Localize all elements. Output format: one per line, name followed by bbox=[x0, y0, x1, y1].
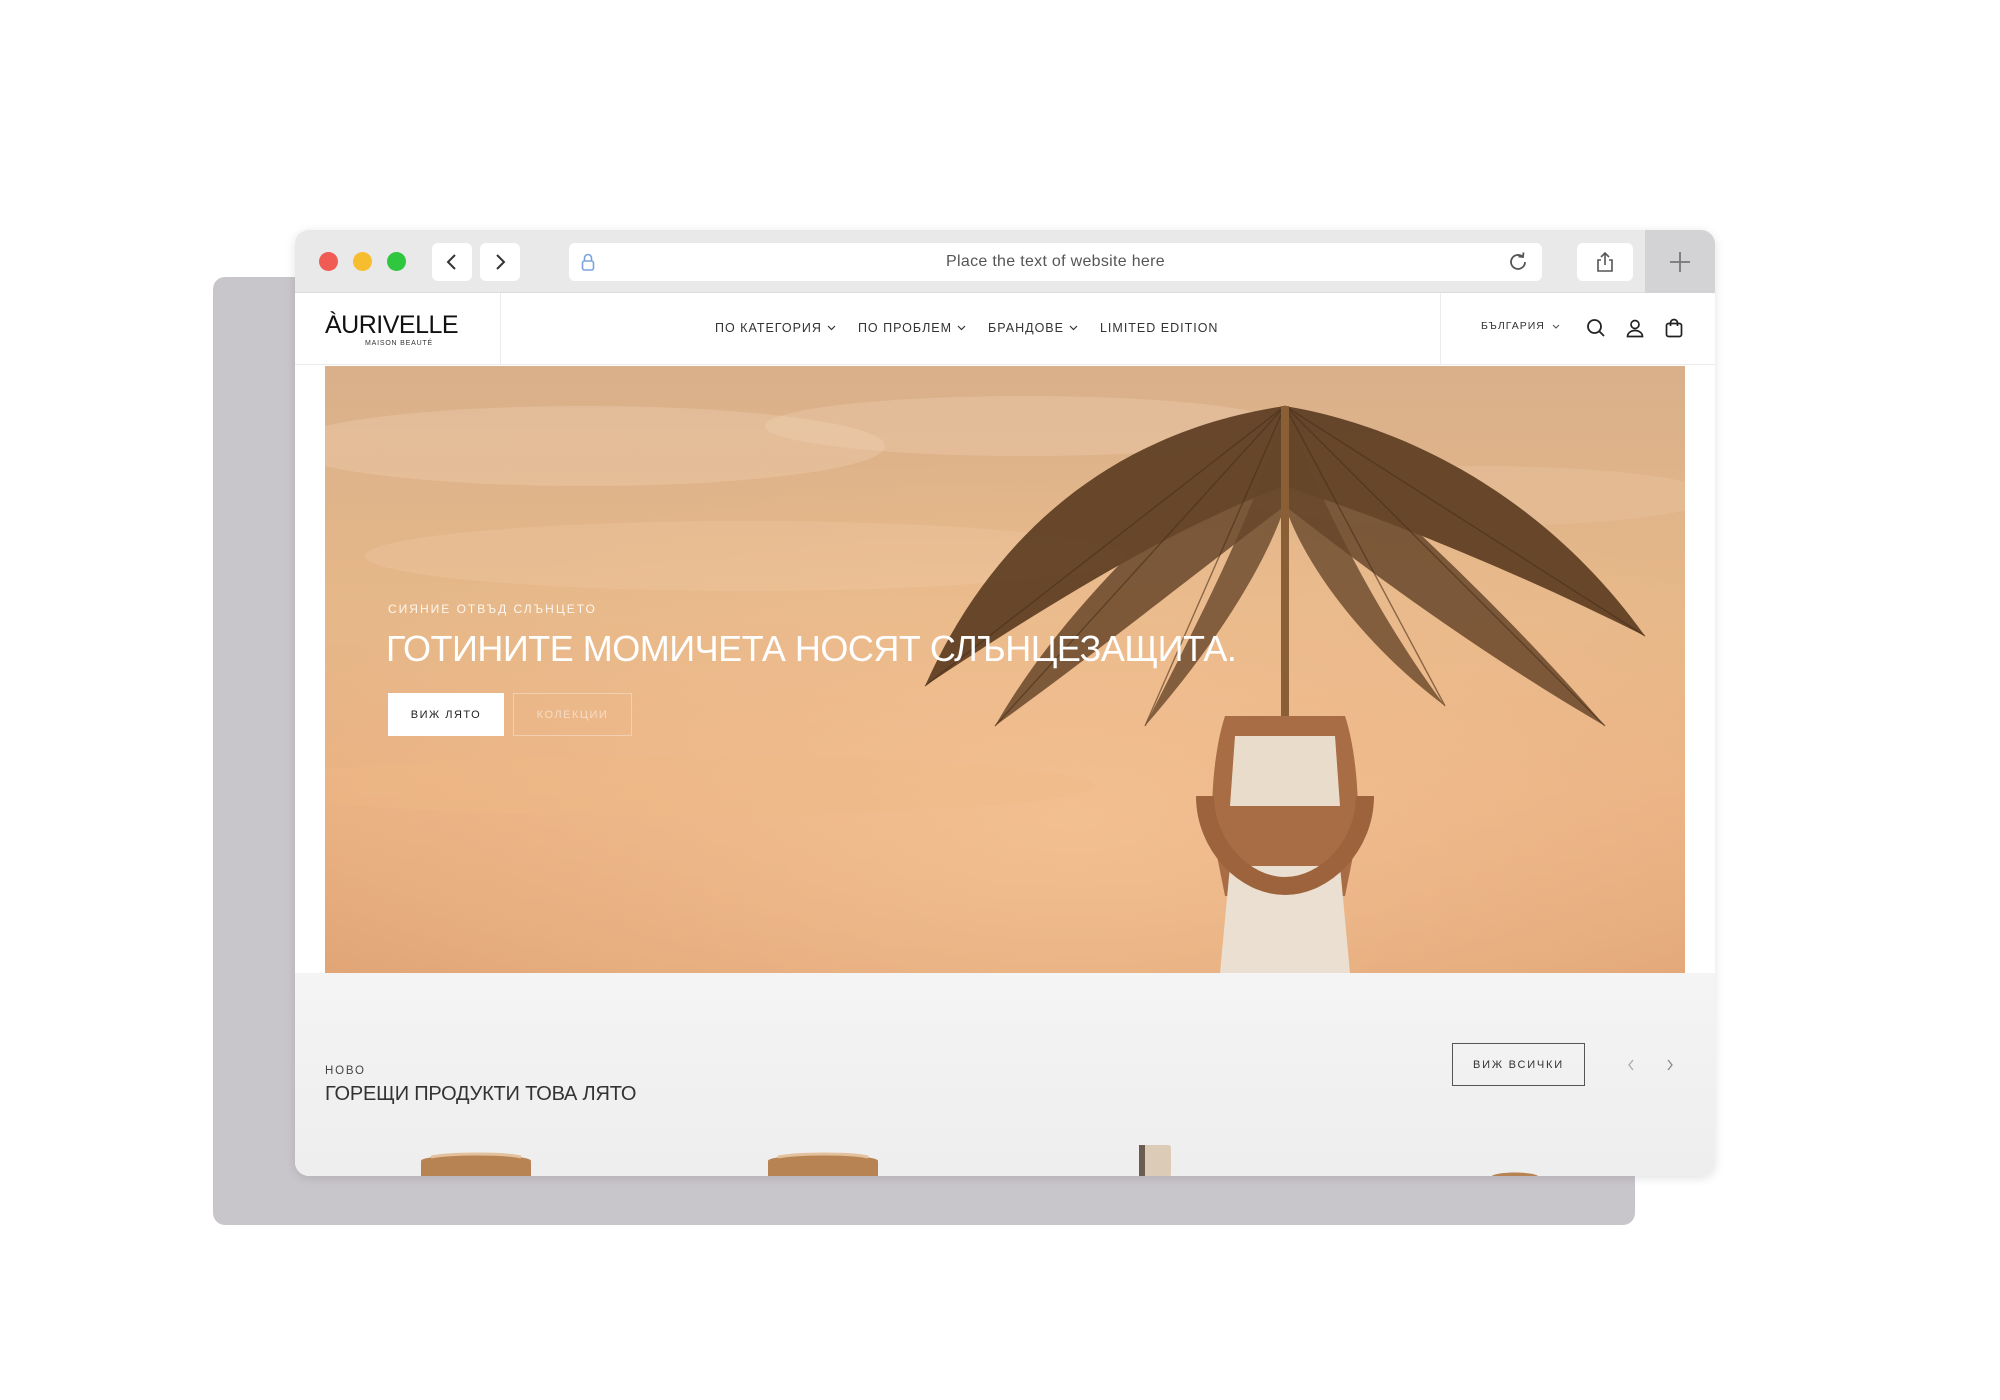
new-products-section: НОВО ГОРЕЩИ ПРОДУКТИ ТОВА ЛЯТО ВИЖ ВСИЧК… bbox=[295, 973, 1715, 1176]
site-header: ÀURIVELLE MAISON BEAUTÉ ПО КАТЕГОРИЯ ПО … bbox=[295, 293, 1715, 365]
nav-label: ПО ПРОБЛЕМ bbox=[857, 321, 953, 335]
hero-eyebrow: СИЯНИЕ ОТВЪД СЛЪНЦЕТО bbox=[388, 602, 597, 616]
header-utilities: БЪЛГАРИЯ bbox=[1440, 293, 1715, 365]
forward-button[interactable] bbox=[480, 243, 520, 281]
nav-label: БРАНДОВЕ bbox=[988, 321, 1064, 335]
country-label: БЪЛГАРИЯ bbox=[1481, 320, 1545, 332]
address-text: Place the text of website here bbox=[946, 253, 1165, 270]
nav-item-limited-edition[interactable]: LIMITED EDITION bbox=[1100, 321, 1218, 335]
new-tab-button[interactable] bbox=[1645, 230, 1715, 293]
collections-button[interactable]: КОЛЕКЦИИ bbox=[513, 693, 632, 736]
bag-icon[interactable] bbox=[1663, 317, 1685, 339]
chevron-down-icon bbox=[827, 325, 836, 331]
brand-logo[interactable]: ÀURIVELLE bbox=[325, 311, 459, 340]
chevron-down-icon bbox=[957, 325, 966, 331]
share-button[interactable] bbox=[1577, 243, 1633, 281]
nav-label: ПО КАТЕГОРИЯ bbox=[715, 321, 822, 335]
chevron-right-icon bbox=[496, 254, 506, 270]
view-all-button[interactable]: ВИЖ ВСИЧКИ bbox=[1452, 1043, 1585, 1086]
product-jar-image[interactable] bbox=[760, 1151, 886, 1176]
share-icon bbox=[1597, 251, 1613, 272]
product-jar-image[interactable] bbox=[1485, 1169, 1545, 1176]
country-selector[interactable]: БЪЛГАРИЯ bbox=[1481, 320, 1560, 332]
chevron-left-icon[interactable] bbox=[1626, 1058, 1636, 1072]
minimize-window-button[interactable] bbox=[353, 252, 372, 271]
user-icon[interactable] bbox=[1624, 317, 1646, 339]
address-bar[interactable]: Place the text of website here bbox=[569, 243, 1542, 281]
nav-item-brands[interactable]: БРАНДОВЕ bbox=[988, 321, 1078, 335]
logo-area[interactable]: ÀURIVELLE MAISON BEAUTÉ bbox=[295, 293, 501, 365]
chevron-down-icon bbox=[1069, 325, 1078, 331]
main-navigation: ПО КАТЕГОРИЯ ПО ПРОБЛЕМ БРАНДОВЕ LIMITED… bbox=[715, 321, 1218, 335]
view-summer-button[interactable]: ВИЖ ЛЯТО bbox=[388, 693, 504, 736]
close-window-button[interactable] bbox=[319, 252, 338, 271]
brand-tagline: MAISON BEAUTÉ bbox=[365, 340, 433, 347]
section-eyebrow: НОВО bbox=[325, 1065, 366, 1077]
browser-window: Place the text of website here ÀURIVELLE… bbox=[295, 230, 1715, 1176]
nav-item-by-category[interactable]: ПО КАТЕГОРИЯ bbox=[715, 321, 836, 335]
product-bottle-image[interactable] bbox=[1135, 1141, 1175, 1176]
chevron-left-icon bbox=[446, 254, 456, 270]
nav-label: LIMITED EDITION bbox=[1099, 321, 1219, 335]
chevron-right-icon[interactable] bbox=[1665, 1058, 1675, 1072]
browser-toolbar: Place the text of website here bbox=[295, 230, 1715, 293]
web-page: ÀURIVELLE MAISON BEAUTÉ ПО КАТЕГОРИЯ ПО … bbox=[295, 293, 1715, 1176]
chevron-down-icon bbox=[1552, 324, 1560, 329]
product-jar-image[interactable] bbox=[413, 1151, 539, 1176]
plus-icon bbox=[1670, 251, 1690, 272]
search-icon[interactable] bbox=[1585, 317, 1607, 339]
reload-icon[interactable] bbox=[1506, 250, 1530, 274]
back-button[interactable] bbox=[432, 243, 472, 281]
hero-title: ГОТИНИТЕ МОМИЧЕТА НОСЯТ СЛЪНЦЕЗАЩИТА. bbox=[386, 628, 1237, 669]
nav-item-by-problem[interactable]: ПО ПРОБЛЕМ bbox=[858, 321, 966, 335]
maximize-window-button[interactable] bbox=[387, 252, 406, 271]
hero-banner: СИЯНИЕ ОТВЪД СЛЪНЦЕТО ГОТИНИТЕ МОМИЧЕТА … bbox=[325, 366, 1685, 973]
section-title: ГОРЕЩИ ПРОДУКТИ ТОВА ЛЯТО bbox=[325, 1083, 637, 1105]
